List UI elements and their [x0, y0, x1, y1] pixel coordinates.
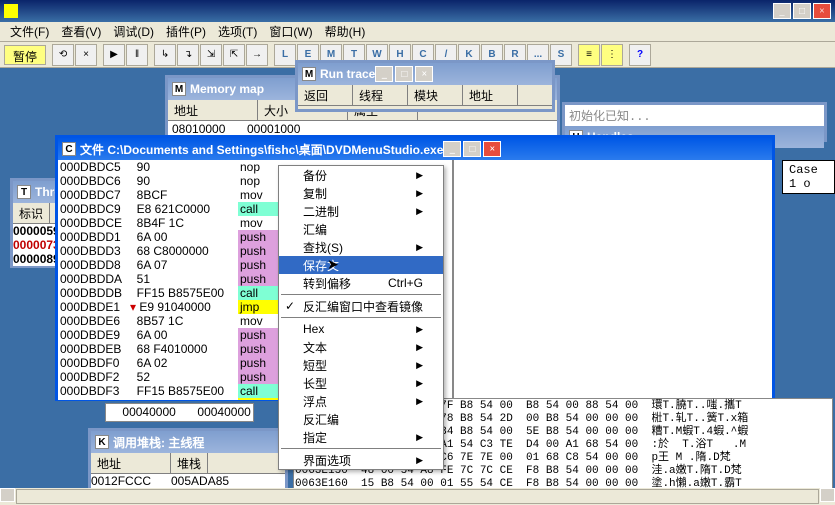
call-stack-window[interactable]: K 调用堆栈: 主线程 地址 堆栈 0012FCCC005ADA850012FC… — [88, 428, 288, 488]
ctx-item[interactable]: 短型▶ — [279, 356, 443, 374]
ctx-item[interactable]: 反汇编 — [279, 410, 443, 428]
options-button-2[interactable]: ⋮ — [601, 44, 623, 66]
ctx-item[interactable]: 查找(S)▶ — [279, 238, 443, 256]
menu-item[interactable]: 帮助(H) — [319, 21, 372, 42]
stack-col-addr: 地址 — [91, 453, 171, 473]
ctx-item[interactable]: 长型▶ — [279, 374, 443, 392]
run-button[interactable]: ▶ — [103, 44, 125, 66]
options-button-1[interactable]: ≡ — [578, 44, 600, 66]
app-minimize-button[interactable]: _ — [773, 3, 791, 19]
cpu-min-button[interactable]: _ — [443, 141, 461, 157]
case-info: Case 1 o — [782, 160, 835, 194]
menu-item[interactable]: 调试(D) — [107, 21, 160, 42]
extra-addr: 00040000 — [122, 405, 175, 419]
call-stack-titlebar[interactable]: K 调用堆栈: 主线程 — [91, 431, 285, 453]
cpu-max-button[interactable]: □ — [463, 141, 481, 157]
step-into-button[interactable]: ↳ — [154, 44, 176, 66]
threads-col: 标识 — [13, 203, 50, 223]
cpu-icon: C — [62, 142, 76, 156]
ctx-item[interactable]: 浮点▶ — [279, 392, 443, 410]
extra-row: 00040000 00040000 — [105, 403, 254, 422]
ctx-item[interactable]: 保存文 — [279, 256, 443, 274]
context-menu[interactable]: 备份▶复制▶二进制▶汇编查找(S)▶保存文转到偏移Ctrl+G ✓反汇编窗口中查看… — [278, 165, 444, 470]
trace-over-button[interactable]: ⇱ — [223, 44, 245, 66]
app-icon — [4, 4, 18, 18]
run-trace-titlebar[interactable]: M Run trace _ □ × — [298, 63, 552, 85]
ctx-item[interactable]: 复制▶ — [279, 184, 443, 202]
ctx-item[interactable]: 汇编 — [279, 220, 443, 238]
memory-icon: M — [172, 82, 186, 96]
stack-icon: K — [95, 435, 109, 449]
cpu-title: 文件 C:\Documents and Settings\fishc\桌面\DV… — [80, 141, 443, 158]
ctx-item[interactable]: ✓反汇编窗口中查看镜像 — [279, 297, 443, 315]
toolbar-btn-l[interactable]: L — [274, 44, 296, 66]
exec-till-button[interactable]: → — [246, 44, 268, 66]
mem-addr: 08010000 — [172, 122, 225, 136]
scroll-left-button[interactable] — [0, 488, 15, 502]
rt-col: 地址 — [463, 85, 518, 105]
restart-button[interactable]: ⟲ — [52, 44, 74, 66]
rt-close-button[interactable]: × — [415, 66, 433, 82]
call-stack-title: 调用堆栈: 主线程 — [113, 434, 204, 451]
stack-row[interactable]: 0012FCCC005ADA85 — [91, 474, 285, 488]
menu-item[interactable]: 窗口(W) — [263, 21, 318, 42]
rt-max-button[interactable]: □ — [395, 66, 413, 82]
ctx-item[interactable]: 界面选项▶ — [279, 451, 443, 469]
help-button[interactable]: ? — [629, 44, 651, 66]
runtrace-icon: M — [302, 67, 316, 81]
ctx-item[interactable]: Hex▶ — [279, 320, 443, 338]
trace-into-button[interactable]: ⇲ — [200, 44, 222, 66]
pause-button[interactable]: 暂停 — [4, 45, 46, 65]
app-maximize-button[interactable]: □ — [793, 3, 811, 19]
rt-col: 返回 — [298, 85, 353, 105]
ctx-item[interactable]: 指定▶ — [279, 428, 443, 446]
app-scrollbar-h[interactable] — [0, 488, 835, 505]
app-titlebar: _ □ × — [0, 0, 835, 22]
handles-note: 初始化已知... — [565, 105, 824, 126]
pause-icon-button[interactable]: ‖ — [126, 44, 148, 66]
app-close-button[interactable]: × — [813, 3, 831, 19]
extra-hex: 00040000 — [197, 405, 250, 419]
step-over-button[interactable]: ↴ — [177, 44, 199, 66]
info-pane — [453, 160, 772, 400]
run-trace-title: Run trace — [320, 67, 375, 81]
ctx-item[interactable]: 文本▶ — [279, 338, 443, 356]
scroll-track[interactable] — [16, 489, 819, 504]
main-menubar[interactable]: 文件(F)查看(V)调试(D)插件(P)选项(T)窗口(W)帮助(H) — [0, 22, 835, 42]
menu-item[interactable]: 文件(F) — [4, 21, 55, 42]
rt-col: 线程 — [353, 85, 408, 105]
menu-item[interactable]: 插件(P) — [160, 21, 212, 42]
cpu-close-button[interactable]: × — [483, 141, 501, 157]
ctx-item[interactable]: 备份▶ — [279, 166, 443, 184]
rt-min-button[interactable]: _ — [375, 66, 393, 82]
run-trace-header: 返回线程模块地址 — [298, 85, 552, 106]
ctx-item[interactable]: 二进制▶ — [279, 202, 443, 220]
threads-icon: T — [17, 185, 31, 199]
scroll-right-button[interactable] — [820, 488, 835, 502]
rt-col: 模块 — [408, 85, 463, 105]
cpu-titlebar[interactable]: C 文件 C:\Documents and Settings\fishc\桌面\… — [58, 138, 772, 160]
call-stack-header: 地址 堆栈 — [91, 453, 285, 474]
menu-item[interactable]: 查看(V) — [55, 21, 107, 42]
mem-col: 地址 — [168, 100, 258, 120]
stack-col-stack: 堆栈 — [171, 453, 208, 473]
memory-map-title: Memory map — [190, 82, 264, 96]
mem-size: 00001000 — [247, 122, 300, 136]
ctx-item[interactable]: 转到偏移Ctrl+G — [279, 274, 443, 292]
close-prog-button[interactable]: × — [75, 44, 97, 66]
menu-item[interactable]: 选项(T) — [212, 21, 263, 42]
run-trace-window[interactable]: M Run trace _ □ × 返回线程模块地址 — [295, 60, 555, 112]
